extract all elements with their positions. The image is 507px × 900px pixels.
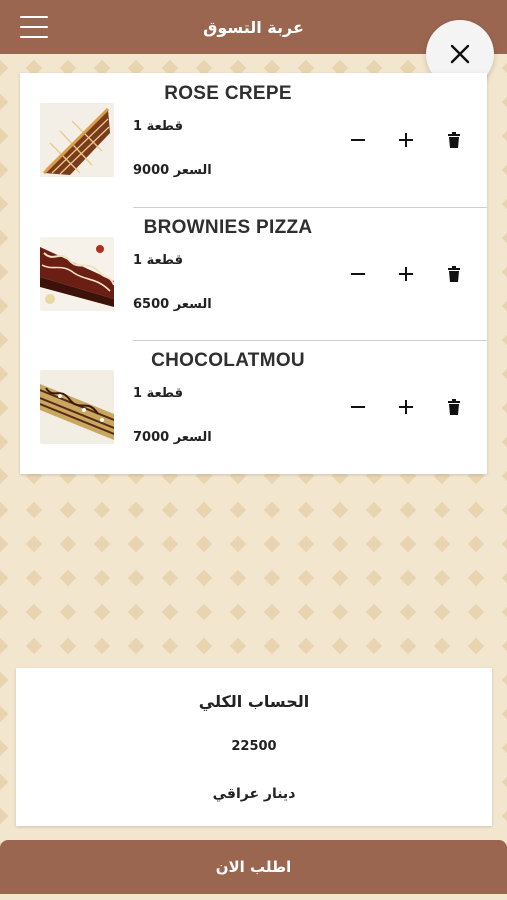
minus-icon — [351, 406, 365, 408]
item-quantity: قطعة 1 — [133, 386, 183, 401]
decrease-quantity-button[interactable] — [343, 125, 373, 155]
delete-item-button[interactable] — [439, 125, 469, 155]
increase-quantity-button[interactable] — [391, 259, 421, 289]
plus-icon — [399, 267, 413, 281]
decrease-quantity-button[interactable] — [343, 392, 373, 422]
increase-quantity-button[interactable] — [391, 125, 421, 155]
product-image-rose-crepe — [40, 103, 114, 177]
page-title: عربة التسوق — [203, 17, 304, 37]
item-name: CHOCOLATMOU — [151, 350, 305, 371]
total-currency: دينار عراقي — [212, 786, 296, 802]
delete-item-button[interactable] — [439, 259, 469, 289]
item-quantity: قطعة 1 — [133, 253, 183, 268]
delete-item-button[interactable] — [439, 392, 469, 422]
cart-item: ROSE CREPE قطعة 1 السعر 9000 — [20, 73, 487, 207]
increase-quantity-button[interactable] — [391, 392, 421, 422]
minus-icon — [351, 139, 365, 141]
total-summary-card: الحساب الكلي 22500 دينار عراقي — [16, 668, 492, 826]
plus-icon — [399, 400, 413, 414]
item-price: السعر 6500 — [133, 297, 212, 312]
trash-icon — [448, 266, 460, 282]
item-name: ROSE CREPE — [164, 83, 292, 104]
trash-icon — [448, 132, 460, 148]
trash-icon — [448, 399, 460, 415]
cart-item: BROWNIES PIZZA قطعة 1 السعر 6500 — [20, 207, 487, 341]
cart-item: CHOCOLATMOU قطعة 1 السعر 7000 — [20, 340, 487, 474]
decrease-quantity-button[interactable] — [343, 259, 373, 289]
product-image-chocolatmou — [40, 370, 114, 444]
plus-icon — [399, 133, 413, 147]
close-icon — [450, 44, 470, 64]
total-amount: 22500 — [231, 739, 277, 754]
minus-icon — [351, 273, 365, 275]
item-price: السعر 9000 — [133, 163, 212, 178]
item-name: BROWNIES PIZZA — [143, 217, 313, 238]
hamburger-menu-icon[interactable] — [20, 16, 48, 38]
total-title: الحساب الكلي — [198, 692, 310, 711]
item-quantity: قطعة 1 — [133, 119, 183, 134]
cart-items-card: ROSE CREPE قطعة 1 السعر 9000 BROWNIES PI… — [20, 73, 487, 474]
order-now-button[interactable]: اطلب الان — [0, 840, 507, 894]
product-image-brownies-pizza — [40, 237, 114, 311]
item-price: السعر 7000 — [133, 430, 212, 445]
